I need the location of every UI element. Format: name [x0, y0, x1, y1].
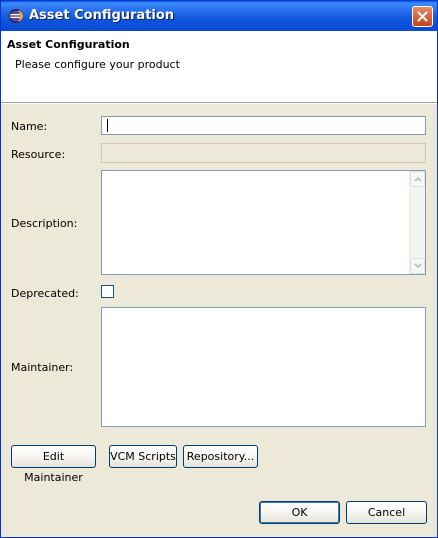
maintainer-list[interactable]: [101, 307, 426, 427]
repository-button[interactable]: Repository...: [183, 445, 258, 468]
description-scrollbar[interactable]: [409, 171, 425, 274]
scroll-down-button[interactable]: [410, 258, 425, 274]
dialog-header: Asset Configuration Please configure you…: [1, 31, 437, 102]
maintainer-label: Maintainer:: [11, 361, 74, 374]
scroll-up-button[interactable]: [410, 171, 425, 187]
description-label: Description:: [11, 217, 78, 230]
header-divider-highlight: [1, 103, 437, 104]
cancel-button[interactable]: Cancel: [346, 501, 427, 524]
close-icon: [417, 11, 428, 22]
header-description: Please configure your product: [15, 58, 180, 71]
resource-input: [101, 143, 426, 163]
deprecated-checkbox[interactable]: [101, 285, 114, 298]
window-title: Asset Configuration: [29, 8, 175, 23]
text-caret: [107, 119, 108, 132]
deprecated-label: Deprecated:: [11, 287, 79, 300]
edit-maintainer-button[interactable]: Edit Maintainer: [11, 445, 96, 484]
vcm-scripts-button[interactable]: VCM Scripts: [109, 445, 177, 468]
resource-label: Resource:: [11, 148, 66, 161]
eclipse-icon: [8, 8, 24, 24]
name-label: Name:: [11, 120, 48, 133]
chevron-down-icon: [414, 263, 422, 269]
close-button[interactable]: [412, 6, 433, 27]
title-bar[interactable]: Asset Configuration: [1, 1, 437, 31]
name-input[interactable]: [101, 116, 426, 135]
description-textarea[interactable]: [101, 170, 426, 275]
ok-button[interactable]: OK: [259, 501, 340, 524]
dialog-window: Asset Configuration Asset Configuration …: [0, 0, 438, 538]
chevron-up-icon: [414, 176, 422, 182]
header-title: Asset Configuration: [7, 38, 130, 51]
